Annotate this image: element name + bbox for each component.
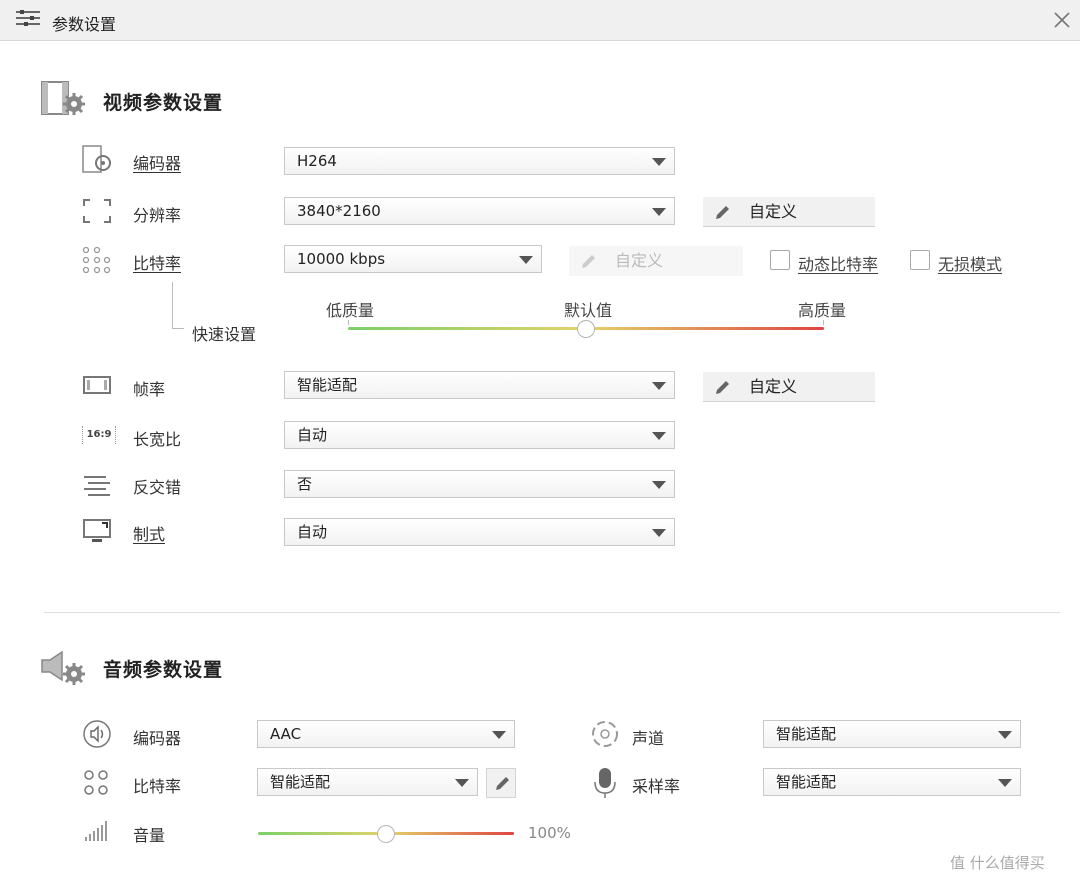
bitrate-value: 10000 kbps	[297, 250, 386, 268]
bitrate-custom-button[interactable]: 自定义	[569, 246, 743, 276]
audio-encoder-value: AAC	[270, 725, 302, 743]
monitor-icon	[83, 519, 111, 542]
resolution-icon	[83, 199, 111, 223]
encoder-icon	[82, 145, 111, 173]
chevron-down-icon	[652, 382, 666, 390]
bitrate-select[interactable]: 10000 kbps	[284, 245, 542, 273]
audio-bitrate-icon	[84, 770, 108, 795]
samplerate-label: 采样率	[632, 777, 681, 796]
settings-sliders-icon	[16, 10, 40, 26]
standard-select[interactable]: 自动	[284, 518, 675, 546]
resolution-custom-button[interactable]: 自定义	[703, 197, 875, 227]
chevron-down-icon	[652, 481, 666, 489]
framerate-label: 帧率	[133, 380, 166, 399]
samplerate-select[interactable]: 智能适配	[763, 768, 1021, 796]
window-title: 参数设置	[52, 15, 117, 34]
tree-connector	[172, 282, 173, 328]
video-encoder-value: H264	[297, 152, 337, 170]
chevron-down-icon	[998, 731, 1012, 739]
pencil-icon	[582, 255, 595, 268]
pencil-icon	[716, 381, 729, 394]
standard-value: 自动	[297, 523, 328, 541]
audio-settings-icon	[41, 650, 85, 685]
deinterlace-label: 反交错	[133, 478, 182, 497]
framerate-value: 智能适配	[297, 376, 358, 394]
pencil-icon	[716, 206, 729, 219]
audio-bitrate-value: 智能适配	[270, 773, 331, 791]
resolution-label: 分辨率	[133, 206, 182, 225]
dynamic-bitrate-checkbox[interactable]	[770, 250, 790, 270]
audio-encoder-label: 编码器	[133, 729, 182, 748]
framerate-custom-button[interactable]: 自定义	[703, 372, 875, 402]
audio-bitrate-label: 比特率	[133, 777, 182, 796]
chevron-down-icon	[519, 256, 533, 264]
quick-settings-label: 快速设置	[192, 325, 257, 344]
samplerate-value: 智能适配	[776, 773, 837, 791]
pencil-icon	[496, 777, 509, 790]
framerate-custom-label: 自定义	[749, 377, 798, 396]
dynamic-bitrate-label: 动态比特率	[798, 255, 879, 274]
chevron-down-icon	[492, 731, 506, 739]
chevron-down-icon	[652, 432, 666, 440]
watermark: 值 什么值得买	[950, 854, 1045, 872]
video-section-title: 视频参数设置	[103, 92, 224, 114]
title-bar: 参数设置	[0, 0, 1080, 41]
audio-encoder-select[interactable]: AAC	[257, 720, 515, 748]
tick-mark	[348, 320, 349, 325]
channel-select[interactable]: 智能适配	[763, 720, 1021, 748]
deinterlace-value: 否	[297, 475, 313, 493]
section-divider	[44, 612, 1060, 613]
aspect-ratio-icon: 16:9	[82, 426, 116, 444]
speaker-icon	[83, 720, 111, 748]
lossless-label: 无损模式	[938, 255, 1003, 274]
framerate-icon	[83, 376, 111, 394]
bitrate-custom-label: 自定义	[615, 251, 664, 270]
low-quality-label: 低质量	[326, 301, 375, 320]
tree-connector	[172, 328, 184, 329]
audio-bitrate-edit-button[interactable]	[486, 768, 516, 798]
default-quality-label: 默认值	[564, 301, 613, 320]
resolution-custom-label: 自定义	[749, 202, 798, 221]
channel-label: 声道	[632, 729, 665, 748]
lossless-checkbox[interactable]	[910, 250, 930, 270]
aspect-ratio-value: 自动	[297, 426, 328, 444]
framerate-select[interactable]: 智能适配	[284, 371, 675, 399]
aspect-ratio-select[interactable]: 自动	[284, 421, 675, 449]
video-encoder-select[interactable]: H264	[284, 147, 675, 175]
channel-value: 智能适配	[776, 725, 837, 743]
volume-slider-handle[interactable]	[377, 825, 395, 843]
resolution-value: 3840*2160	[297, 202, 381, 220]
video-encoder-label: 编码器	[133, 154, 182, 173]
close-icon[interactable]	[1052, 10, 1072, 30]
standard-label: 制式	[133, 525, 166, 544]
chevron-down-icon	[455, 779, 469, 787]
audio-bitrate-select[interactable]: 智能适配	[257, 768, 478, 796]
deinterlace-icon	[84, 476, 110, 496]
channel-icon	[592, 721, 618, 747]
volume-bars-icon	[85, 821, 107, 841]
chevron-down-icon	[998, 779, 1012, 787]
bitrate-icon	[82, 246, 111, 274]
volume-label: 音量	[133, 826, 166, 845]
audio-section-title: 音频参数设置	[103, 659, 224, 681]
microphone-icon	[594, 768, 616, 798]
deinterlace-select[interactable]: 否	[284, 470, 675, 498]
aspect-ratio-label: 长宽比	[133, 430, 182, 449]
bitrate-label: 比特率	[133, 254, 182, 273]
volume-value: 100%	[528, 824, 571, 842]
high-quality-label: 高质量	[798, 301, 847, 320]
chevron-down-icon	[652, 158, 666, 166]
video-settings-icon	[41, 81, 85, 115]
chevron-down-icon	[652, 208, 666, 216]
resolution-select[interactable]: 3840*2160	[284, 197, 675, 225]
chevron-down-icon	[652, 529, 666, 537]
quality-slider-handle[interactable]	[577, 320, 595, 338]
tick-mark	[823, 320, 824, 325]
